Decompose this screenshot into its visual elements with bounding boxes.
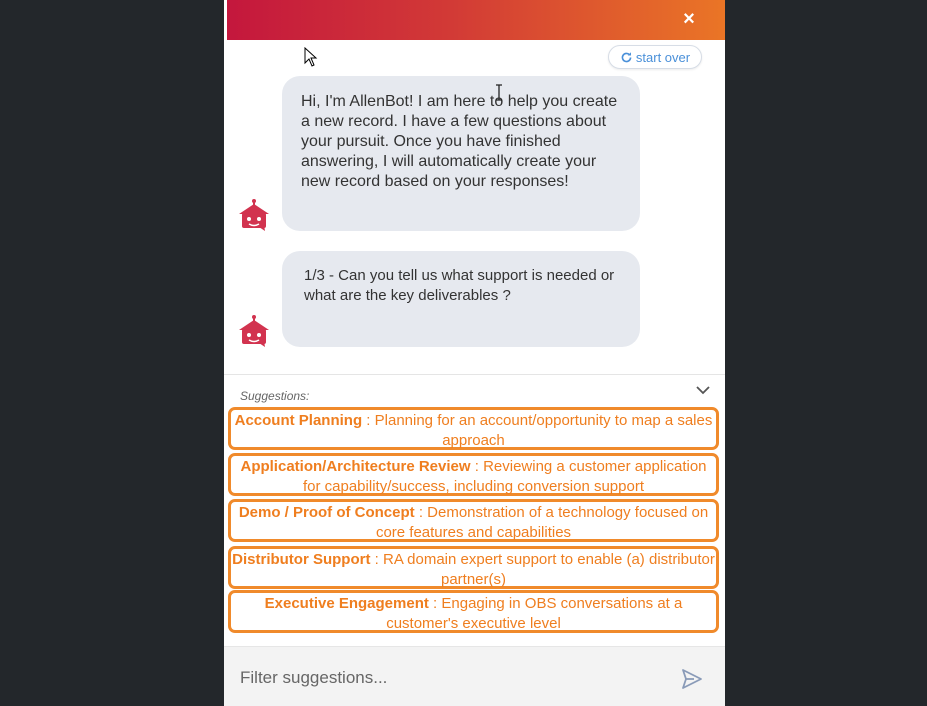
chevron-down-icon[interactable]: [695, 384, 711, 396]
start-over-button[interactable]: start over: [608, 45, 702, 69]
close-button[interactable]: ×: [679, 9, 699, 29]
divider: [224, 374, 725, 375]
chat-panel: × start over Hi, I'm AllenBot! I am here…: [224, 0, 725, 706]
bot-message: Hi, I'm AllenBot! I am here to help you …: [282, 76, 640, 231]
suggestion-title: Distributor Support: [232, 551, 371, 568]
suggestion-account-planning[interactable]: Account Planning : Planning for an accou…: [228, 407, 719, 450]
suggestion-demo-poc[interactable]: Demo / Proof of Concept : Demonstration …: [228, 499, 719, 542]
filter-suggestions-input[interactable]: [240, 665, 660, 691]
bot-avatar-icon: [239, 315, 269, 347]
suggestion-separator: :: [370, 551, 383, 568]
text-cursor-icon: [496, 84, 502, 101]
suggestion-title: Executive Engagement: [264, 595, 429, 612]
bot-avatar-icon: [239, 199, 269, 231]
suggestions-label: Suggestions:: [240, 389, 310, 403]
suggestion-title: Demo / Proof of Concept: [238, 504, 415, 521]
chat-footer: [224, 646, 725, 706]
start-over-label: start over: [635, 49, 691, 65]
chat-header: ×: [227, 0, 725, 40]
suggestion-title: Application/Architecture Review: [240, 458, 471, 475]
suggestion-separator: :: [362, 412, 375, 429]
suggestion-description: RA domain expert support to enable (a) d…: [382, 551, 715, 588]
bot-message: 1/3 - Can you tell us what support is ne…: [282, 251, 640, 347]
suggestion-executive-engagement[interactable]: Executive Engagement : Engaging in OBS c…: [228, 590, 719, 633]
suggestion-distributor-support[interactable]: Distributor Support : RA domain expert s…: [228, 546, 719, 589]
suggestion-separator: :: [414, 504, 428, 521]
send-icon[interactable]: [680, 667, 704, 691]
mouse-cursor-icon: [304, 47, 318, 67]
suggestion-separator: :: [470, 458, 484, 475]
refresh-icon: [621, 51, 632, 62]
suggestion-separator: :: [428, 595, 442, 612]
suggestion-architecture-review[interactable]: Application/Architecture Review : Review…: [228, 453, 719, 496]
suggestion-title: Account Planning: [234, 412, 363, 429]
suggestion-description: Planning for an account/opportunity to m…: [374, 412, 713, 449]
